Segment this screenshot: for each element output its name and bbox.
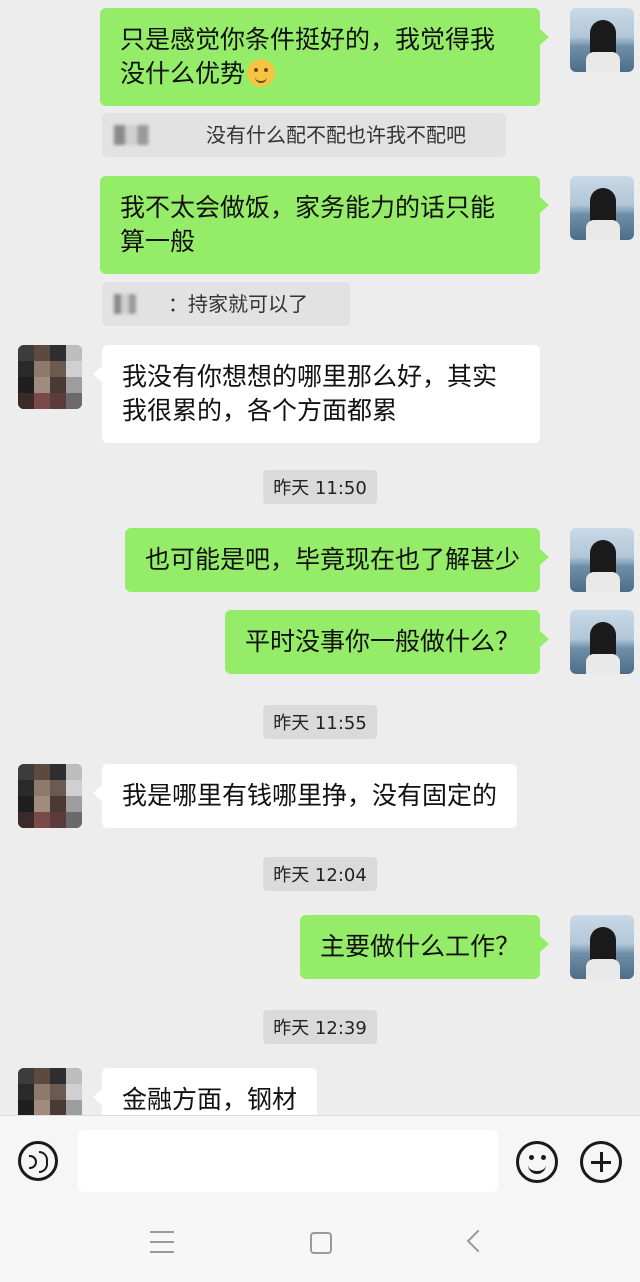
message-bubble[interactable]: 平时没事你一般做什么？ — [224, 610, 550, 674]
message-bubble[interactable]: 我不太会做饭，家务能力的话只能 算一般 — [100, 176, 549, 274]
message-text: 只是感觉你条件挺好的，我觉得我 — [120, 25, 496, 54]
message-bubble[interactable]: 主要做什么工作？ — [299, 915, 550, 979]
message-text: 我是哪里有钱哪里挣，没有固定的 — [122, 781, 498, 810]
my-avatar[interactable] — [570, 8, 634, 72]
contact-avatar[interactable] — [18, 345, 82, 409]
timestamp: 昨天 11:55 — [263, 705, 377, 739]
voice-icon[interactable] — [18, 1141, 58, 1181]
message-input[interactable] — [78, 1130, 498, 1192]
my-avatar[interactable] — [570, 176, 634, 240]
blurred-name — [114, 125, 192, 145]
contact-avatar[interactable] — [18, 1068, 82, 1115]
plus-icon[interactable] — [580, 1141, 622, 1183]
message-bubble[interactable]: 金融方面，钢材 — [92, 1068, 318, 1115]
message-text: 算一般 — [120, 227, 196, 256]
message-text: 我没有你想想的哪里那么好，其实 — [122, 362, 498, 391]
message-text: 也可能是吧，毕竟现在也了解甚少 — [144, 545, 520, 574]
message-text: 平时没事你一般做什么？ — [244, 627, 520, 656]
quoted-reply[interactable]: ：持家就可以了 — [102, 282, 350, 326]
quote-text: 没有什么配不配也许我不配吧 — [206, 123, 466, 147]
emoji-icon[interactable] — [516, 1141, 558, 1183]
system-nav-bar — [0, 1207, 640, 1282]
message-text: 没什么优势 — [120, 59, 246, 88]
message-bubble[interactable]: 我是哪里有钱哪里挣，没有固定的 — [92, 764, 518, 828]
thinking-face-icon — [247, 59, 276, 87]
message-bubble[interactable]: 我没有你想想的哪里那么好，其实 我很累的，各个方面都累 — [93, 345, 540, 443]
message-text: 金融方面，钢材 — [122, 1085, 298, 1114]
message-bubble[interactable]: 也可能是吧，毕竟现在也了解甚少 — [124, 528, 550, 592]
my-avatar[interactable] — [570, 915, 634, 979]
timestamp: 昨天 12:04 — [263, 857, 377, 891]
message-bubble[interactable]: 只是感觉你条件挺好的，我觉得我 没什么优势 — [100, 8, 549, 106]
timestamp: 昨天 11:50 — [263, 470, 377, 504]
quote-text: ：持家就可以了 — [168, 292, 308, 316]
home-icon[interactable] — [310, 1232, 332, 1254]
timestamp: 昨天 12:39 — [263, 1010, 377, 1044]
input-bar — [0, 1115, 640, 1208]
message-text: 我不太会做饭，家务能力的话只能 — [120, 193, 496, 222]
quoted-reply[interactable]: 没有什么配不配也许我不配吧 — [102, 113, 506, 157]
chat-area[interactable]: 只是感觉你条件挺好的，我觉得我 没什么优势 没有什么配不配也许我不配吧 我不太会… — [0, 0, 640, 1115]
my-avatar[interactable] — [570, 610, 634, 674]
menu-icon[interactable] — [150, 1231, 174, 1253]
message-text: 主要做什么工作？ — [319, 932, 520, 961]
back-icon[interactable] — [466, 1229, 490, 1253]
blurred-name — [114, 294, 164, 314]
my-avatar[interactable] — [570, 528, 634, 592]
message-text: 我很累的，各个方面都累 — [122, 396, 398, 425]
contact-avatar[interactable] — [18, 764, 82, 828]
